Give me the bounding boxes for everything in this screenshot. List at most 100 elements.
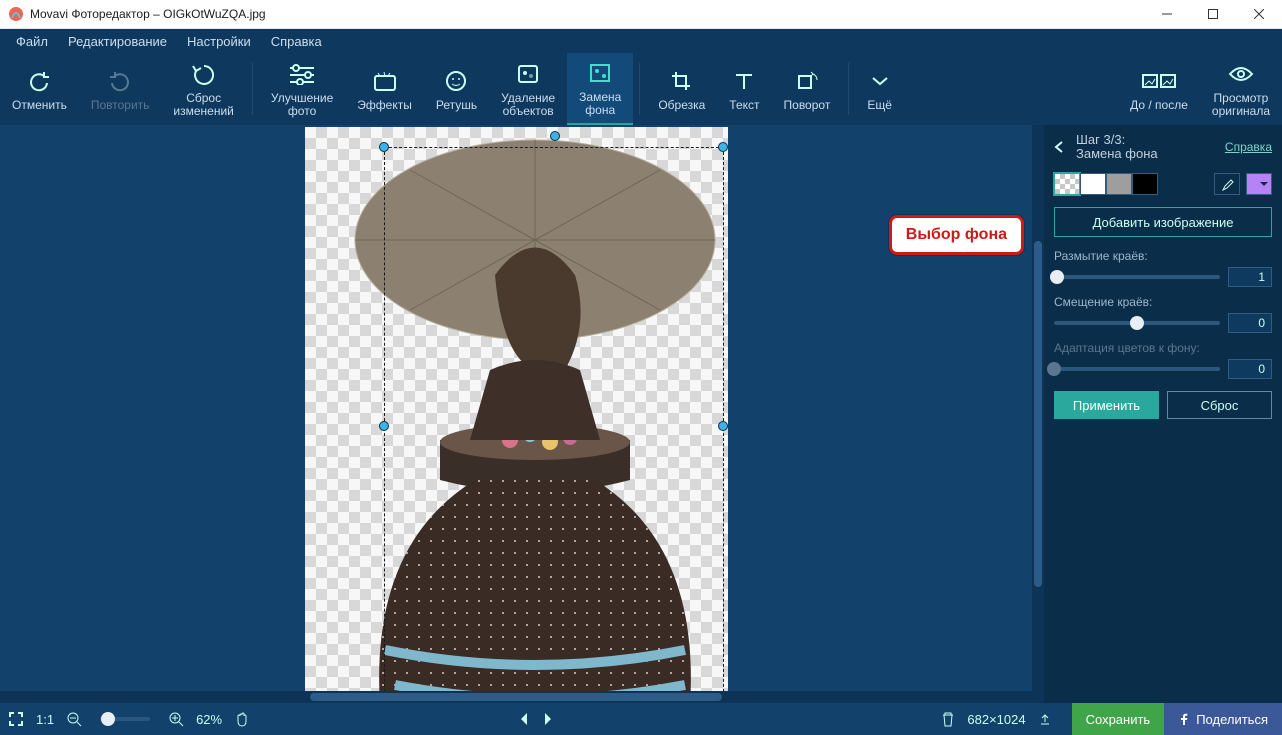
add-image-button[interactable]: Добавить изображение — [1054, 207, 1272, 237]
fit-label[interactable]: 1:1 — [36, 712, 54, 727]
edge-blur-label: Размытие краёв: — [1054, 249, 1272, 263]
undo-icon — [26, 67, 52, 95]
rotate-icon — [795, 67, 819, 95]
rotate-label: Поворот — [784, 99, 831, 112]
remove-objects-button[interactable]: Удаление объектов — [489, 53, 567, 125]
text-label: Текст — [729, 99, 759, 112]
rotate-button[interactable]: Поворот — [772, 53, 843, 125]
eye-icon — [1228, 60, 1254, 88]
resize-handle-n[interactable] — [550, 131, 560, 141]
next-image-button[interactable] — [541, 711, 555, 727]
resize-handle-e[interactable] — [718, 421, 728, 431]
redo-label: Повторить — [91, 99, 150, 112]
prev-image-button[interactable] — [517, 711, 531, 727]
color-picker-button[interactable] — [1246, 173, 1272, 195]
face-icon — [444, 67, 468, 95]
zoom-value: 62% — [196, 712, 222, 727]
sliders-icon — [288, 60, 316, 88]
reset-changes-button[interactable]: Сброс изменений — [161, 53, 245, 125]
remove-label: Удаление объектов — [501, 92, 555, 118]
color-adapt-section: Адаптация цветов к фону: 0 — [1044, 335, 1282, 381]
edge-blur-section: Размытие краёв: 1 — [1044, 243, 1282, 289]
facebook-icon — [1178, 713, 1190, 725]
retouch-label: Ретушь — [436, 99, 477, 112]
undo-label: Отменить — [12, 99, 67, 112]
annotation-callout: Выбор фона — [889, 215, 1024, 255]
reset-button[interactable]: Сброс — [1167, 391, 1272, 419]
crop-label: Обрезка — [658, 99, 705, 112]
panel-step: Шаг 3/3: — [1076, 133, 1225, 147]
main-area: Выбор фона Шаг 3/3: Замена фона Справка … — [0, 125, 1282, 703]
color-adapt-value: 0 — [1228, 359, 1272, 379]
apply-button[interactable]: Применить — [1054, 391, 1159, 419]
back-arrow-icon[interactable] — [1052, 140, 1068, 154]
background-label: Замена фона — [579, 91, 621, 117]
change-background-button[interactable]: Замена фона — [567, 53, 633, 125]
window-titlebar: Movavi Фоторедактор – OIGkOtWuZQA.jpg — [0, 0, 1282, 29]
resize-handle-nw[interactable] — [379, 142, 389, 152]
background-swatch-row — [1044, 167, 1282, 201]
zoom-out-button[interactable] — [66, 711, 82, 727]
menubar: Файл Редактирование Настройки Справка — [0, 29, 1282, 53]
compare-icon — [1142, 67, 1176, 95]
swatch-transparent[interactable] — [1054, 173, 1080, 195]
redo-button[interactable]: Повторить — [79, 53, 162, 125]
menu-settings[interactable]: Настройки — [177, 31, 261, 52]
enhance-button[interactable]: Улучшение фото — [259, 53, 345, 125]
separator — [252, 63, 253, 115]
more-button[interactable]: Ещё — [855, 53, 904, 125]
swatch-gray[interactable] — [1106, 173, 1132, 195]
undo-button[interactable]: Отменить — [0, 53, 79, 125]
edge-blur-value[interactable]: 1 — [1228, 267, 1272, 287]
window-title: Movavi Фоторедактор – OIGkOtWuZQA.jpg — [30, 7, 1144, 21]
separator — [639, 63, 640, 115]
zoom-slider[interactable] — [100, 717, 150, 721]
canvas-area[interactable]: Выбор фона — [0, 125, 1044, 703]
retouch-button[interactable]: Ретушь — [424, 53, 489, 125]
effects-button[interactable]: Эффекты — [345, 53, 424, 125]
resize-handle-ne[interactable] — [718, 142, 728, 152]
bottom-bar: 1:1 62% 682×1024 Сохранить Поделиться — [0, 703, 1282, 735]
menu-file[interactable]: Файл — [6, 31, 58, 52]
horizontal-scrollbar[interactable] — [0, 691, 1032, 703]
selection-marquee[interactable] — [384, 147, 724, 703]
swatch-white[interactable] — [1080, 173, 1106, 195]
edge-offset-slider[interactable] — [1054, 321, 1220, 325]
panel-title: Замена фона — [1076, 147, 1225, 161]
share-button[interactable]: Поделиться — [1164, 703, 1282, 735]
status-bar: 1:1 62% 682×1024 — [0, 703, 1072, 735]
image-dimensions: 682×1024 — [967, 712, 1025, 727]
reset-label: Сброс изменений — [173, 92, 233, 118]
crop-button[interactable]: Обрезка — [646, 53, 717, 125]
delete-button[interactable] — [941, 711, 955, 727]
before-after-button[interactable]: До / после — [1118, 53, 1200, 125]
eyedropper-button[interactable] — [1214, 173, 1240, 195]
edge-blur-slider[interactable] — [1054, 275, 1220, 279]
save-button[interactable]: Сохранить — [1072, 703, 1165, 735]
menu-edit[interactable]: Редактирование — [58, 31, 177, 52]
menu-help[interactable]: Справка — [261, 31, 332, 52]
resize-handle-w[interactable] — [379, 421, 389, 431]
panel-help-link[interactable]: Справка — [1225, 140, 1272, 154]
color-adapt-slider — [1054, 367, 1220, 371]
background-icon — [588, 59, 612, 87]
edge-offset-value[interactable]: 0 — [1228, 313, 1272, 333]
fullscreen-button[interactable] — [8, 711, 24, 727]
share-label: Поделиться — [1196, 712, 1268, 727]
zoom-in-button[interactable] — [168, 711, 184, 727]
text-button[interactable]: Текст — [717, 53, 771, 125]
redo-icon — [107, 67, 133, 95]
vertical-scrollbar[interactable] — [1032, 125, 1044, 703]
reset-icon — [191, 60, 217, 88]
minimize-button[interactable] — [1144, 0, 1190, 28]
maximize-button[interactable] — [1190, 0, 1236, 28]
swatch-black[interactable] — [1132, 173, 1158, 195]
view-original-button[interactable]: Просмотр оригинала — [1200, 53, 1282, 125]
panel-header: Шаг 3/3: Замена фона Справка — [1044, 125, 1282, 167]
enhance-label: Улучшение фото — [271, 92, 333, 118]
edge-offset-section: Смещение краёв: 0 — [1044, 289, 1282, 335]
export-icon[interactable] — [1038, 712, 1052, 726]
pan-hand-button[interactable] — [234, 711, 250, 727]
close-button[interactable] — [1236, 0, 1282, 28]
edge-offset-label: Смещение краёв: — [1054, 295, 1272, 309]
